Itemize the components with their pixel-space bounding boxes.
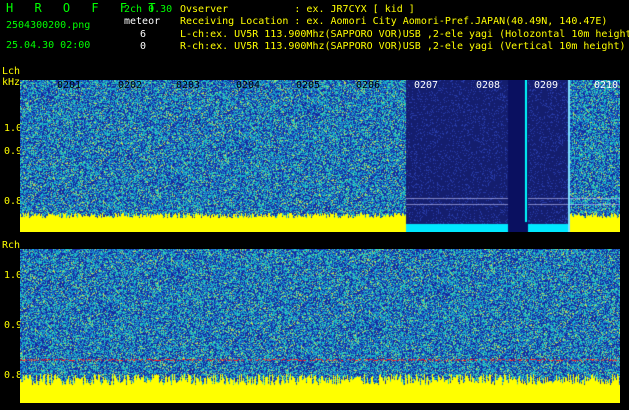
lch-spectrogram (20, 80, 620, 232)
capture-datetime: 25.04.30 02:00 (6, 40, 91, 51)
time-label-0205: 0205 (296, 80, 321, 91)
channel-info: 2ch 0.30 (124, 4, 173, 15)
rch-description: R-ch:ex. UV5R 113.900Mhz(SAPPORO VOR)USB… (180, 41, 626, 52)
time-label-0206: 0206 (356, 80, 381, 91)
time-label-0207: 0207 (414, 80, 439, 91)
time-label-0208: 0208 (476, 80, 501, 91)
rch-spectrogram (20, 249, 620, 403)
time-label-0202: 0202 (118, 80, 143, 91)
meteor-count-rch: 0 (140, 41, 147, 52)
rch-label: Rch (2, 240, 21, 251)
time-label-0203: 0203 (176, 80, 201, 91)
meteor-label: meteor (124, 16, 161, 27)
time-label-0204: 0204 (236, 80, 261, 91)
observer-info: Ovserver : ex. JR7CYX [ kid ] (180, 4, 415, 15)
location-info: Receiving Location : ex. Aomori City Aom… (180, 16, 608, 27)
image-filename: 2504300200.png (6, 20, 91, 31)
time-label-0210: 0210 (594, 80, 619, 91)
lch-description: L-ch:ex. UV5R 113.900Mhz(SAPPORO VOR)USB… (180, 29, 629, 40)
time-label-0201: 0201 (57, 80, 82, 91)
lch-unit: kHz (2, 77, 21, 88)
time-label-0209: 0209 (534, 80, 559, 91)
meteor-count-lch: 6 (140, 29, 147, 40)
